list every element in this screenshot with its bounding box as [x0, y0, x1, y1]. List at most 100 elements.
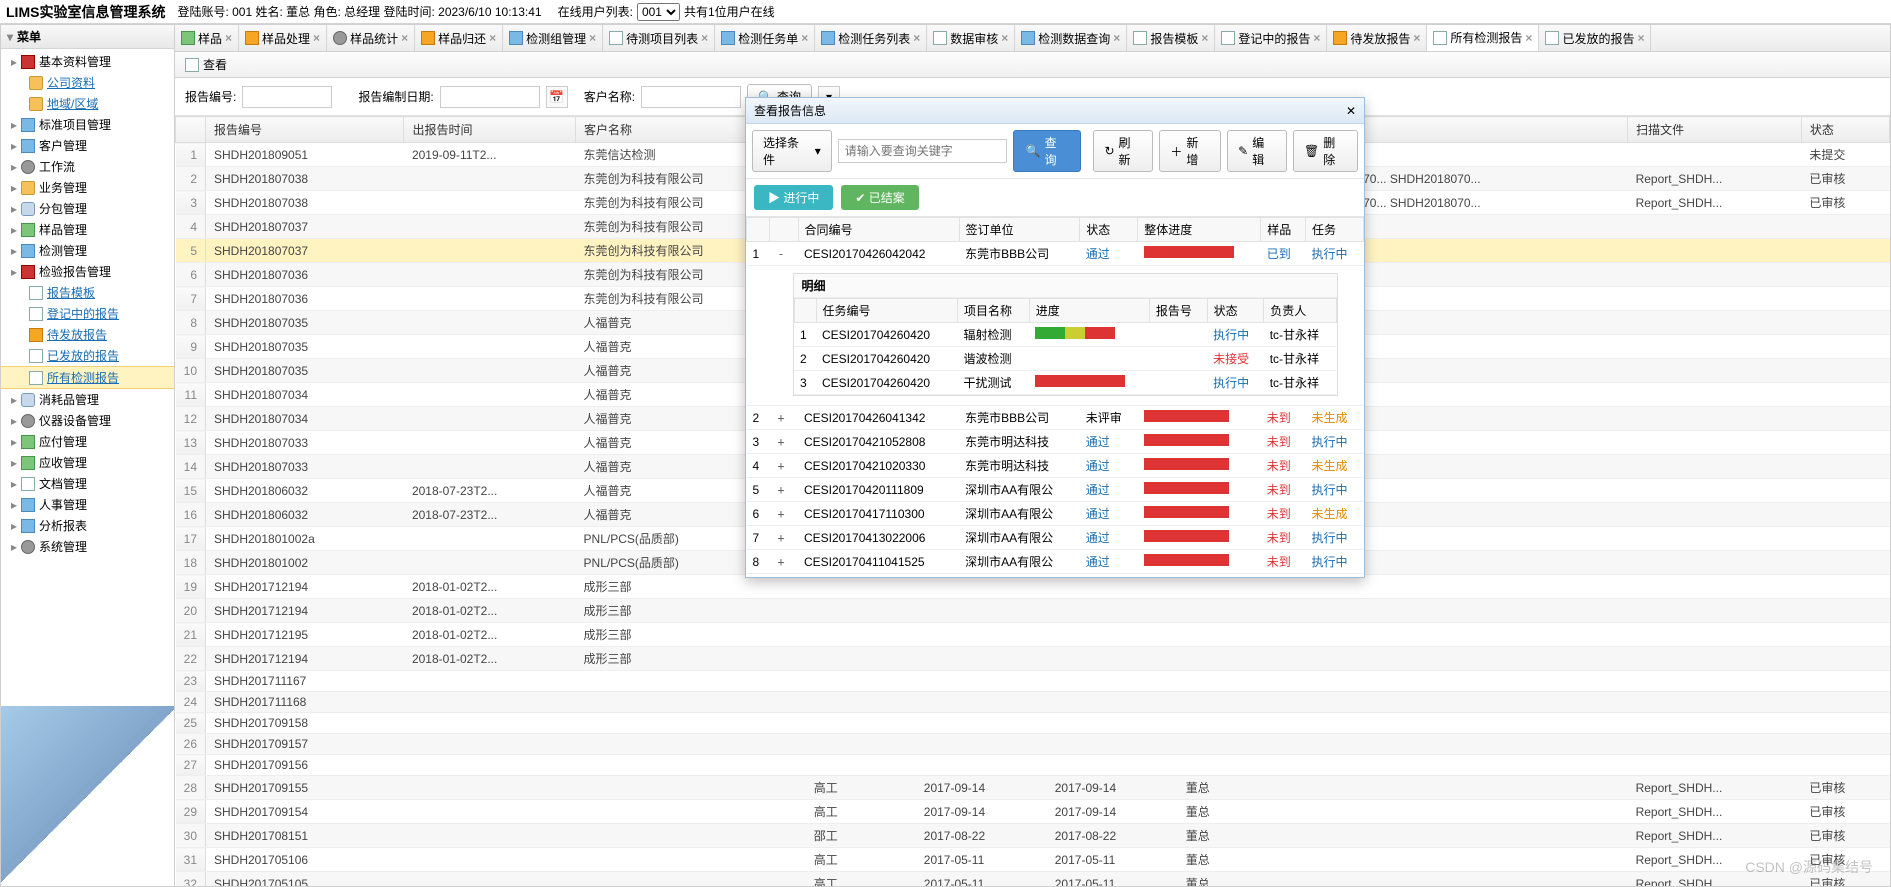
- close-icon[interactable]: ×: [1201, 31, 1208, 45]
- expand-icon[interactable]: +: [775, 435, 787, 449]
- expand-icon[interactable]: +: [775, 411, 787, 425]
- expand-icon[interactable]: ▸: [11, 456, 17, 470]
- expand-icon[interactable]: ▸: [11, 202, 17, 216]
- sidebar-item[interactable]: ▸分析报表: [1, 515, 174, 536]
- table-row[interactable]: 1CESI201704260420辐射检测执行中tc-甘永祥: [794, 323, 1336, 347]
- close-icon[interactable]: ×: [1413, 31, 1420, 45]
- column-header[interactable]: 整体进度: [1138, 218, 1261, 242]
- close-icon[interactable]: ×: [589, 31, 596, 45]
- table-row[interactable]: 3+CESI20170421052808东莞市明达科技通过未到执行中: [747, 430, 1364, 454]
- tab[interactable]: 所有检测报告×: [1427, 25, 1539, 52]
- expand-icon[interactable]: ▸: [11, 519, 17, 533]
- close-icon[interactable]: ×: [489, 31, 496, 45]
- table-row[interactable]: 2+CESI20170426041342东莞市BBB公司未评审未到未生成: [747, 406, 1364, 430]
- tab[interactable]: 待发放报告×: [1327, 25, 1427, 51]
- tab[interactable]: 检测组管理×: [503, 25, 603, 51]
- column-header[interactable]: 项目名称: [957, 299, 1029, 323]
- filter-customer-input[interactable]: [641, 86, 741, 108]
- sidebar-item[interactable]: ▸应付管理: [1, 431, 174, 452]
- close-icon[interactable]: ×: [401, 31, 408, 45]
- close-icon[interactable]: ×: [1525, 31, 1532, 45]
- dialog-titlebar[interactable]: 查看报告信息 ✕: [746, 98, 1364, 124]
- close-icon[interactable]: ×: [1113, 31, 1120, 45]
- table-row[interactable]: 29SHDH201709154高工2017-09-142017-09-14董总R…: [176, 800, 1890, 824]
- table-row[interactable]: 5+CESI20170420111809深圳市AA有限公通过未到执行中: [747, 478, 1364, 502]
- column-header[interactable]: 合同编号: [798, 218, 959, 242]
- column-header[interactable]: 状态: [1207, 299, 1264, 323]
- close-icon[interactable]: ×: [1313, 31, 1320, 45]
- column-header[interactable]: 报告编号: [206, 117, 404, 143]
- expand-icon[interactable]: ▸: [11, 414, 17, 428]
- sidebar-item[interactable]: ▸客户管理: [1, 135, 174, 156]
- expand-icon[interactable]: ▸: [11, 223, 17, 237]
- dialog-grid[interactable]: 合同编号签订单位状态整体进度样品任务1-CESI20170426042042东莞…: [746, 217, 1364, 577]
- select-condition-button[interactable]: 选择条件 ▾: [752, 130, 832, 172]
- tab[interactable]: 待测项目列表×: [603, 25, 715, 51]
- tab[interactable]: 检测数据查询×: [1015, 25, 1127, 51]
- sidebar-item[interactable]: ▸应收管理: [1, 452, 174, 473]
- close-icon[interactable]: ✕: [1346, 104, 1356, 118]
- expand-icon[interactable]: ▸: [11, 244, 17, 258]
- expand-icon[interactable]: +: [775, 483, 787, 497]
- table-row[interactable]: 30SHDH201708151邵工2017-08-222017-08-22董总R…: [176, 824, 1890, 848]
- close-icon[interactable]: ×: [1637, 31, 1644, 45]
- sidebar-item[interactable]: 地域/区域: [1, 93, 174, 114]
- table-row[interactable]: 6+CESI20170417110300深圳市AA有限公通过未到未生成: [747, 502, 1364, 526]
- expand-icon[interactable]: ▸: [11, 118, 17, 132]
- add-button[interactable]: ＋ 新增: [1159, 130, 1221, 172]
- table-row[interactable]: 32SHDH201705105高工2017-05-112017-05-11董总R…: [176, 872, 1890, 887]
- filter-date-input[interactable]: [440, 86, 540, 108]
- sidebar-item[interactable]: ▸样品管理: [1, 219, 174, 240]
- column-header[interactable]: 出报告时间: [404, 117, 576, 143]
- tab[interactable]: 检测任务单×: [715, 25, 815, 51]
- table-row[interactable]: 25SHDH201709158: [176, 713, 1890, 734]
- column-header[interactable]: 任务: [1305, 218, 1363, 242]
- expand-icon[interactable]: ▸: [11, 160, 17, 174]
- column-header[interactable]: 状态: [1080, 218, 1138, 242]
- detail-grid[interactable]: 任务编号项目名称进度报告号状态负责人1CESI201704260420辐射检测执…: [794, 298, 1337, 395]
- closed-button[interactable]: ✔ 已结案: [841, 185, 918, 210]
- expand-icon[interactable]: ▸: [11, 55, 17, 69]
- sidebar-item[interactable]: ▸系统管理: [1, 536, 174, 557]
- in-progress-button[interactable]: ▶ 进行中: [754, 185, 833, 210]
- collapse-icon[interactable]: ▾: [7, 30, 13, 44]
- dialog-search-input[interactable]: [838, 139, 1007, 163]
- sidebar-item[interactable]: ▸文档管理: [1, 473, 174, 494]
- close-icon[interactable]: ×: [313, 31, 320, 45]
- tab[interactable]: 检测任务列表×: [815, 25, 927, 51]
- table-row[interactable]: 8+CESI20170411041525深圳市AA有限公通过未到执行中: [747, 550, 1364, 574]
- delete-button[interactable]: 🗑 删除: [1293, 130, 1358, 172]
- close-icon[interactable]: ×: [913, 31, 920, 45]
- sidebar-item[interactable]: ▸业务管理: [1, 177, 174, 198]
- table-row[interactable]: 23SHDH201711167: [176, 671, 1890, 692]
- table-row[interactable]: 31SHDH201705106高工2017-05-112017-05-11董总R…: [176, 848, 1890, 872]
- tab[interactable]: 数据审核×: [927, 25, 1015, 51]
- sidebar-item[interactable]: 公司资料: [1, 72, 174, 93]
- expand-icon[interactable]: +: [775, 507, 787, 521]
- tab[interactable]: 样品统计×: [327, 25, 415, 51]
- table-row[interactable]: 7+CESI20170413022006深圳市AA有限公通过未到执行中: [747, 526, 1364, 550]
- column-header[interactable]: [769, 218, 798, 242]
- tab[interactable]: 样品×: [175, 25, 239, 51]
- column-header[interactable]: 进度: [1029, 299, 1149, 323]
- table-row[interactable]: 26SHDH201709157: [176, 734, 1890, 755]
- expand-icon[interactable]: ▸: [11, 181, 17, 195]
- sidebar-item[interactable]: ▸标准项目管理: [1, 114, 174, 135]
- sidebar-item[interactable]: ▸仪器设备管理: [1, 410, 174, 431]
- table-row[interactable]: 21SHDH2017121952018-01-02T2...成形三部: [176, 623, 1890, 647]
- online-select[interactable]: 001: [637, 3, 680, 21]
- table-row[interactable]: 2CESI201704260420谐波检测未接受tc-甘永祥: [794, 347, 1336, 371]
- sidebar-item[interactable]: ▸检测管理: [1, 240, 174, 261]
- column-header[interactable]: [794, 299, 816, 323]
- table-row[interactable]: 1-CESI20170426042042东莞市BBB公司通过已到执行中: [747, 242, 1364, 266]
- expand-icon[interactable]: +: [775, 459, 787, 473]
- column-header[interactable]: 样品: [1261, 218, 1306, 242]
- sidebar-item[interactable]: ▸基本资料管理: [1, 51, 174, 72]
- sidebar-item[interactable]: 登记中的报告: [1, 303, 174, 324]
- column-header[interactable]: 报告号: [1149, 299, 1207, 323]
- sidebar-item[interactable]: 已发放的报告: [1, 345, 174, 366]
- sidebar-item[interactable]: 待发放报告: [1, 324, 174, 345]
- refresh-button[interactable]: ↻ 刷新: [1093, 130, 1153, 172]
- table-row[interactable]: 3CESI201704260420干扰测试执行中tc-甘永祥: [794, 371, 1336, 395]
- expand-icon[interactable]: ▸: [11, 498, 17, 512]
